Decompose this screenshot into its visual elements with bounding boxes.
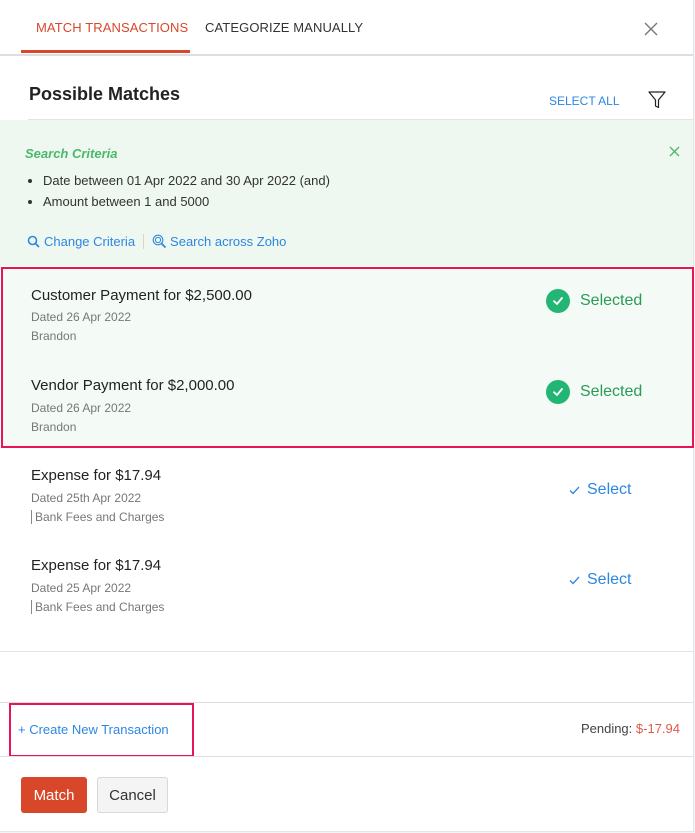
match-transactions-panel: MATCH TRANSACTIONS CATEGORIZE MANUALLY P… xyxy=(0,0,694,832)
match-date: Dated 26 Apr 2022 xyxy=(31,310,132,324)
match-account: Bank Fees and Charges xyxy=(31,510,164,524)
selected-label: Selected xyxy=(580,383,643,400)
match-title: Expense for $17.94 xyxy=(31,467,162,484)
selected-label: Selected xyxy=(580,292,643,309)
close-criteria-icon[interactable] xyxy=(668,145,681,158)
match-account: Bank Fees and Charges xyxy=(31,600,164,614)
pending-value: $-17.94 xyxy=(635,721,680,736)
match-contact: Brandon xyxy=(31,420,77,434)
check-icon xyxy=(569,576,580,584)
criteria-actions: Change Criteria Search across Zoho xyxy=(27,234,286,249)
select-label: Select xyxy=(587,571,632,588)
select-button[interactable]: Select xyxy=(569,571,631,589)
link-separator xyxy=(143,234,145,249)
filter-icon[interactable] xyxy=(647,90,667,110)
tab-categorize-manually[interactable]: CATEGORIZE MANUALLY xyxy=(205,20,363,35)
criteria-item: Amount between 1 and 5000 xyxy=(25,193,330,214)
criteria-item: Date between 01 Apr 2022 and 30 Apr 2022… xyxy=(25,172,330,193)
match-contact: Brandon xyxy=(31,329,77,343)
tab-match-transactions[interactable]: MATCH TRANSACTIONS xyxy=(36,20,188,35)
match-date: Dated 26 Apr 2022 xyxy=(31,401,132,415)
select-label: Select xyxy=(587,481,632,498)
check-circle-icon xyxy=(546,289,570,313)
match-item[interactable]: Expense for $17.94 Dated 25 Apr 2022 Ban… xyxy=(0,538,693,628)
change-criteria-link[interactable]: Change Criteria xyxy=(27,234,135,249)
pending-amount: Pending: $-17.94 xyxy=(581,721,680,736)
match-title: Vendor Payment for $2,000.00 xyxy=(31,377,235,394)
selected-toggle[interactable]: Selected xyxy=(546,289,642,313)
criteria-list: Date between 01 Apr 2022 and 30 Apr 2022… xyxy=(25,172,330,214)
select-button[interactable]: Select xyxy=(569,481,631,499)
match-item[interactable]: Expense for $17.94 Dated 25th Apr 2022 B… xyxy=(0,448,693,538)
active-tab-indicator xyxy=(21,50,190,53)
search-across-zoho-label: Search across Zoho xyxy=(170,234,287,249)
search-icon xyxy=(27,235,40,248)
page-title: Possible Matches xyxy=(29,84,181,104)
search-criteria-panel: Search Criteria Date between 01 Apr 2022… xyxy=(0,120,693,266)
change-criteria-label: Change Criteria xyxy=(44,234,136,249)
match-item[interactable]: Customer Payment for $2,500.00 Dated 26 … xyxy=(0,267,693,358)
match-title: Customer Payment for $2,500.00 xyxy=(31,287,252,304)
pending-label: Pending: xyxy=(580,721,633,736)
create-new-transaction-link[interactable]: + Create New Transaction xyxy=(18,722,169,737)
close-icon[interactable] xyxy=(640,18,662,40)
selected-toggle[interactable]: Selected xyxy=(546,380,642,404)
search-across-zoho-link[interactable]: Search across Zoho xyxy=(152,234,286,249)
check-icon xyxy=(569,486,580,494)
search-criteria-title: Search Criteria xyxy=(25,146,118,161)
match-date: Dated 25th Apr 2022 xyxy=(31,491,142,505)
match-button[interactable]: Match xyxy=(21,777,87,813)
match-title: Expense for $17.94 xyxy=(31,557,162,574)
global-search-icon xyxy=(152,234,167,249)
check-circle-icon xyxy=(546,380,570,404)
tab-bar: MATCH TRANSACTIONS CATEGORIZE MANUALLY xyxy=(0,0,693,56)
footer-divider xyxy=(0,756,693,757)
match-item[interactable]: Vendor Payment for $2,000.00 Dated 26 Ap… xyxy=(0,358,693,446)
match-date: Dated 25 Apr 2022 xyxy=(31,581,132,595)
list-divider xyxy=(0,651,693,652)
cancel-button[interactable]: Cancel xyxy=(97,777,168,813)
select-all-link[interactable]: SELECT ALL xyxy=(549,94,620,108)
